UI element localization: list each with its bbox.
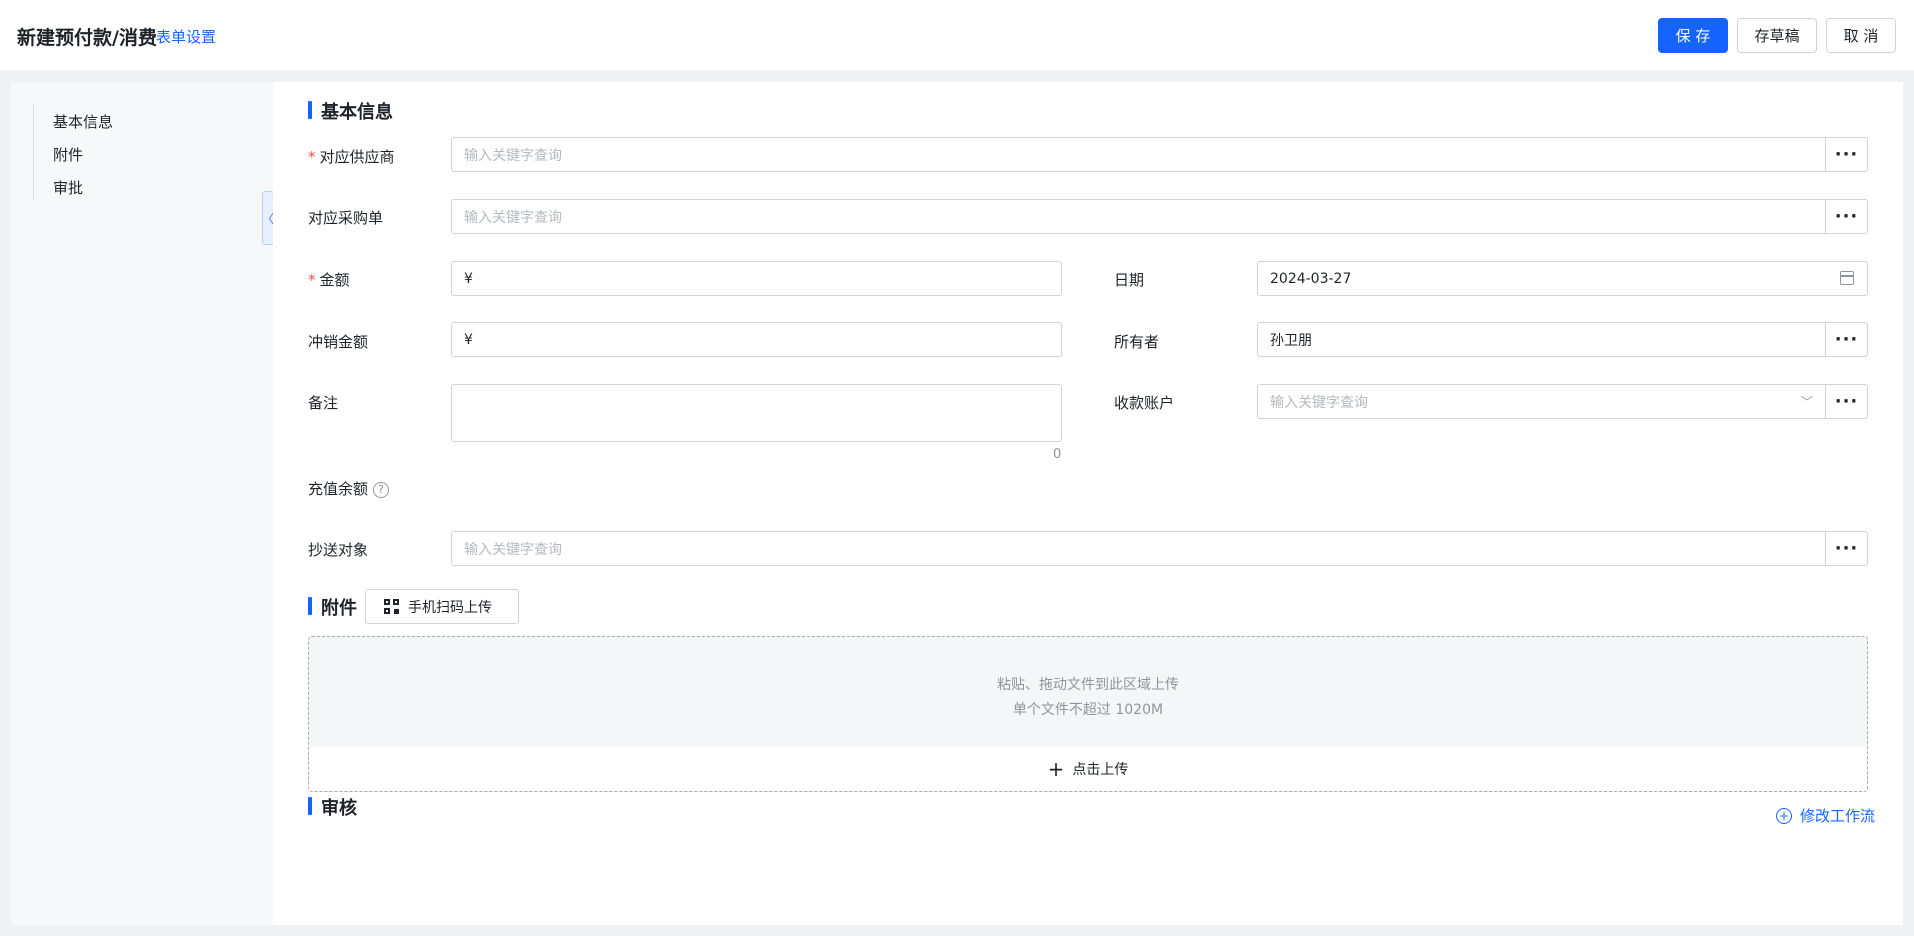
section-nav-sidebar: 基本信息 附件 审批: [11, 82, 273, 925]
owner-more-button[interactable]: ···: [1826, 322, 1868, 357]
save-draft-button[interactable]: 存草稿: [1737, 18, 1817, 53]
balance-label-text: 充值余额: [308, 480, 369, 498]
top-bar: 新建预付款/消费 表单设置 保 存 存草稿 取 消: [0, 0, 1914, 70]
edit-workflow-link[interactable]: + 修改工作流: [1776, 805, 1875, 826]
chevron-down-icon[interactable]: ﹀: [1801, 393, 1813, 410]
supplier-label-text: 对应供应商: [319, 148, 395, 166]
section-title-approval: 审核: [308, 794, 357, 820]
amount-input[interactable]: ¥: [451, 261, 1062, 296]
purchase-order-more-button[interactable]: ···: [1826, 199, 1868, 234]
supplier-label: * 对应供应商: [308, 146, 395, 167]
cc-label: 抄送对象: [308, 541, 369, 559]
account-select[interactable]: 输入关键字查询: [1257, 384, 1826, 419]
sidebar-item-basic-info[interactable]: 基本信息: [53, 111, 113, 132]
calendar-icon[interactable]: [1840, 271, 1854, 285]
cc-more-button[interactable]: ···: [1826, 531, 1868, 566]
more-icon: ···: [1834, 206, 1859, 227]
balance-label: 充值余额?: [308, 478, 390, 499]
form-settings-link[interactable]: 表单设置: [156, 26, 216, 47]
account-more-button[interactable]: ···: [1826, 384, 1868, 419]
more-icon: ···: [1834, 329, 1859, 350]
cancel-button[interactable]: 取 消: [1826, 18, 1896, 53]
size-hint: 单个文件不超过 1020M: [1012, 702, 1164, 718]
section-title-attachments: 附件: [308, 594, 357, 620]
more-icon: ···: [1834, 538, 1859, 559]
more-icon: ···: [1834, 391, 1859, 412]
remark-label: 备注: [308, 394, 339, 412]
sidebar-item-approval[interactable]: 审批: [53, 177, 83, 198]
cc-input[interactable]: 输入关键字查询: [451, 531, 1826, 566]
page-title: 新建预付款/消费: [17, 27, 157, 49]
purchase-order-label: 对应采购单: [308, 209, 384, 227]
sidebar-item-attachments[interactable]: 附件: [53, 144, 83, 165]
purchase-order-input[interactable]: 输入关键字查询: [451, 199, 1826, 234]
click-upload-label: 点击上传: [1072, 762, 1129, 778]
amount-label: * 金额: [308, 269, 350, 290]
required-mark: *: [308, 271, 316, 289]
date-label: 日期: [1114, 271, 1145, 289]
writeoff-amount-label: 冲销金额: [308, 333, 369, 351]
writeoff-amount-input[interactable]: ¥: [451, 322, 1062, 357]
more-icon: ···: [1834, 144, 1859, 165]
remark-char-counter: 0: [1053, 447, 1062, 462]
nav-divider: [33, 104, 34, 200]
file-dropzone[interactable]: 粘贴、拖动文件到此区域上传 单个文件不超过 1020M + 点击上传: [308, 636, 1868, 792]
scan-upload-label: 手机扫码上传: [408, 599, 492, 616]
plus-icon: +: [1047, 757, 1065, 781]
qr-code-icon: [384, 598, 400, 615]
remark-textarea[interactable]: [451, 384, 1062, 442]
amount-label-text: 金额: [319, 271, 350, 289]
supplier-input[interactable]: 输入关键字查询: [451, 137, 1826, 172]
date-input[interactable]: 2024-03-27: [1257, 261, 1868, 296]
scan-upload-button[interactable]: 手机扫码上传: [365, 589, 519, 624]
required-mark: *: [308, 148, 316, 166]
help-icon[interactable]: ?: [373, 481, 390, 498]
section-title-basic-info: 基本信息: [308, 98, 393, 124]
click-upload-button[interactable]: + 点击上传: [309, 747, 1867, 791]
drop-hint: 粘贴、拖动文件到此区域上传: [997, 677, 1179, 693]
owner-label: 所有者: [1114, 333, 1160, 351]
edit-workflow-label: 修改工作流: [1800, 807, 1876, 825]
account-label: 收款账户: [1114, 394, 1175, 412]
supplier-more-button[interactable]: ···: [1826, 137, 1868, 172]
save-button[interactable]: 保 存: [1658, 18, 1728, 53]
add-circle-icon: +: [1776, 807, 1792, 824]
owner-input[interactable]: 孙卫朋: [1257, 322, 1826, 357]
